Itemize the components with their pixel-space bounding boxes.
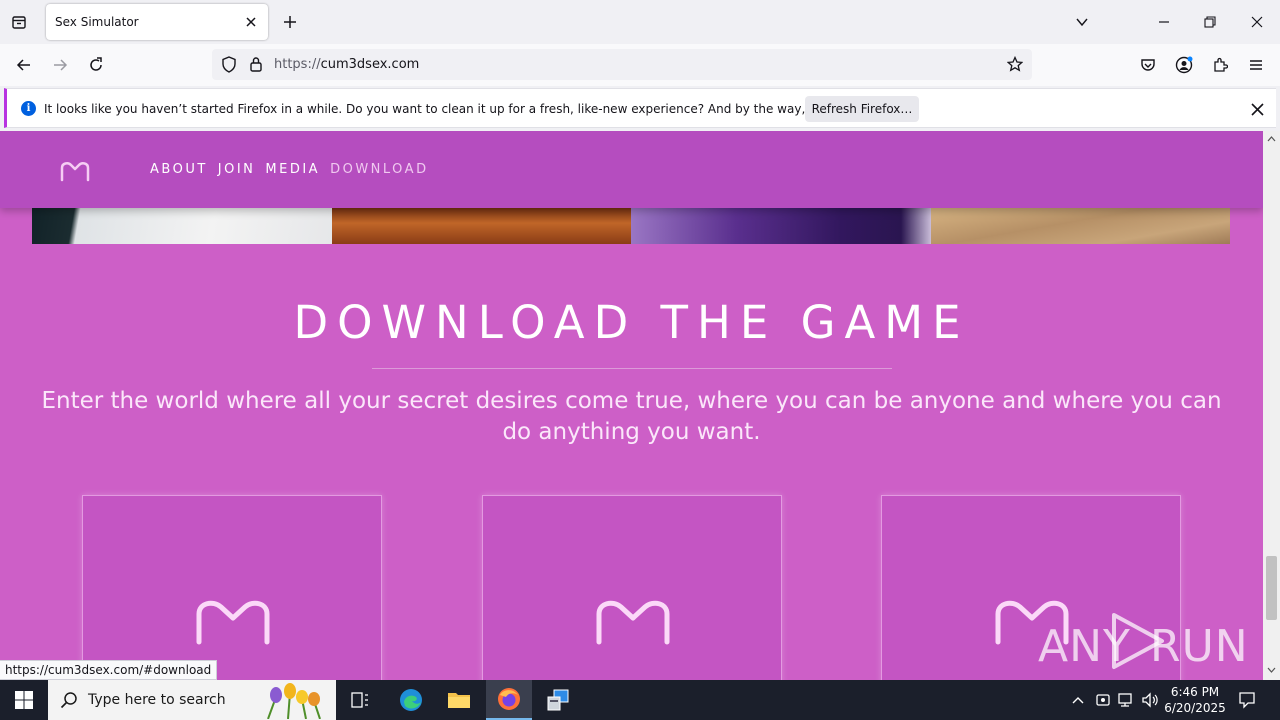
close-icon[interactable] [1248, 100, 1266, 118]
back-icon[interactable] [13, 54, 35, 76]
reload-icon[interactable] [85, 54, 107, 76]
site-logo-icon [196, 600, 270, 645]
nav-about-link[interactable]: ABOUT [150, 162, 208, 177]
close-icon[interactable] [242, 13, 260, 31]
shield-icon[interactable] [221, 56, 237, 76]
plus-icon[interactable] [280, 12, 300, 32]
notification-bar: i It looks like you haven’t started Fire… [4, 88, 1276, 128]
notification-message: It looks like you haven’t started Firefo… [44, 102, 900, 116]
chevron-down-icon[interactable] [1072, 12, 1092, 32]
windows-taskbar: Type here to search 6:46 PM 6/20/2025 [0, 680, 1280, 720]
clock-date: 6/20/2025 [1164, 701, 1226, 715]
scrollbar[interactable] [1263, 131, 1280, 680]
url-text[interactable]: https://cum3dsex.com [274, 57, 419, 72]
taskbar-search[interactable]: Type here to search [48, 680, 336, 720]
watermark-text-right: RUN [1150, 621, 1249, 672]
minimize-icon[interactable] [1154, 12, 1174, 32]
media-thumbnail[interactable] [32, 206, 332, 244]
notification-icon[interactable] [1238, 691, 1256, 709]
folder-icon[interactable] [436, 680, 482, 720]
menu-icon[interactable] [1245, 54, 1267, 76]
tab-list-icon[interactable] [8, 11, 30, 33]
restore-icon[interactable] [1200, 12, 1220, 32]
tulips-icon [267, 683, 321, 719]
windows-icon[interactable] [0, 680, 48, 720]
meet-now-icon[interactable] [1094, 691, 1112, 709]
chevron-up-icon[interactable] [1267, 135, 1276, 144]
download-card[interactable] [82, 495, 382, 680]
media-thumbnail[interactable] [931, 206, 1230, 244]
link-status-tooltip: https://cum3dsex.com/#download [0, 660, 218, 680]
refresh-firefox-button[interactable]: Refresh Firefox… [805, 96, 919, 122]
scrollbar-thumb[interactable] [1266, 556, 1277, 620]
navigation-toolbar: https://cum3dsex.com [0, 44, 1280, 86]
site-nav: ABOUT JOIN MEDIA DOWNLOAD [150, 162, 429, 177]
address-bar[interactable]: https://cum3dsex.com [212, 49, 1032, 80]
download-subtitle: Enter the world where all your secret de… [41, 388, 1222, 445]
active-tab[interactable]: Sex Simulator [46, 4, 268, 40]
web-page: ABOUT JOIN MEDIA DOWNLOAD DOWNLOAD THE G… [0, 131, 1263, 680]
lock-icon[interactable] [249, 56, 263, 75]
close-window-icon[interactable] [1247, 12, 1267, 32]
task-view-icon[interactable] [337, 680, 383, 720]
site-header: ABOUT JOIN MEDIA DOWNLOAD [0, 131, 1263, 208]
extensions-icon[interactable] [1209, 54, 1231, 76]
chevron-down-icon[interactable] [1267, 665, 1276, 674]
search-icon [60, 692, 77, 709]
nav-join-link[interactable]: JOIN [218, 162, 256, 177]
tab-title: Sex Simulator [55, 15, 139, 29]
chevron-up-icon[interactable] [1069, 691, 1087, 709]
media-thumbnail[interactable] [332, 206, 631, 244]
tab-strip: Sex Simulator [0, 0, 1280, 44]
download-heading: DOWNLOAD THE GAME [293, 296, 970, 349]
site-logo[interactable] [58, 159, 92, 183]
anyrun-watermark: ANY RUN [1038, 609, 1248, 673]
volume-icon[interactable] [1141, 691, 1159, 709]
clock-time: 6:46 PM [1170, 685, 1220, 699]
pocket-icon[interactable] [1137, 54, 1159, 76]
download-card[interactable] [482, 495, 782, 680]
url-domain: cum3dsex.com [320, 57, 420, 72]
nav-download-link[interactable]: DOWNLOAD [330, 162, 429, 177]
app-icon[interactable] [535, 680, 581, 720]
forward-icon[interactable] [49, 54, 71, 76]
info-icon: i [21, 101, 36, 116]
star-icon[interactable] [1006, 55, 1024, 75]
site-logo-icon [596, 600, 670, 645]
divider [372, 368, 892, 369]
search-placeholder: Type here to search [88, 692, 226, 708]
firefox-icon[interactable] [486, 680, 532, 720]
account-icon[interactable] [1173, 54, 1195, 76]
edge-icon[interactable] [388, 680, 434, 720]
media-thumbnail[interactable] [631, 206, 931, 244]
network-icon[interactable] [1117, 691, 1135, 709]
url-scheme: https:// [274, 57, 321, 72]
taskbar-clock[interactable]: 6:46 PM 6/20/2025 [1160, 684, 1230, 716]
nav-media-link[interactable]: MEDIA [265, 162, 320, 177]
